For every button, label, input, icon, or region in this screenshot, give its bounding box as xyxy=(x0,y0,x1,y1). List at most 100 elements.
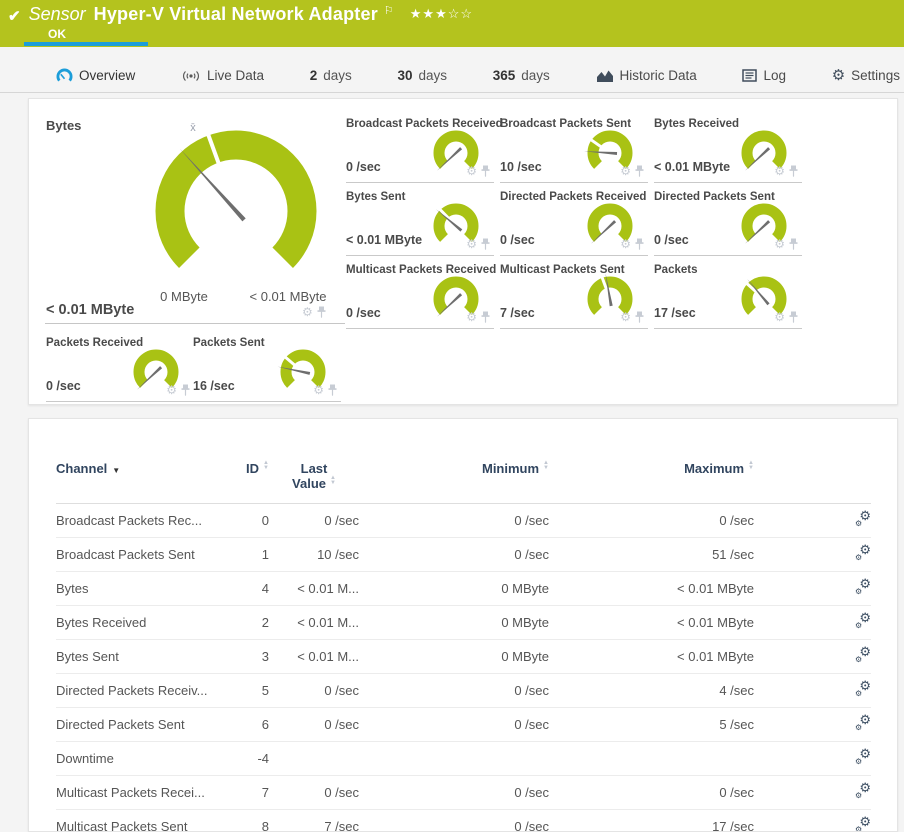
pin-icon[interactable] xyxy=(635,311,644,323)
gauge-tile-directed-packets-received[interactable]: Directed Packets Received 0 /sec ⚙ xyxy=(500,191,648,256)
pin-icon[interactable] xyxy=(317,306,326,318)
channel-last-value: < 0.01 M... xyxy=(269,605,359,640)
tab-settings[interactable]: ⚙ Settings xyxy=(832,68,900,83)
channel-name[interactable]: Bytes Received xyxy=(56,605,211,640)
log-icon xyxy=(742,69,758,82)
column-header-minimum[interactable]: Minimum ▲ ▼ xyxy=(359,455,549,504)
gauge-value: < 0.01 MByte xyxy=(46,302,135,318)
channel-name[interactable]: Multicast Packets Recei... xyxy=(56,775,211,810)
gauge-tile-directed-packets-sent[interactable]: Directed Packets Sent 0 /sec ⚙ xyxy=(654,191,802,256)
gauge-icon xyxy=(56,68,73,82)
channel-settings-gears-icon[interactable]: ⚙ ⚙ xyxy=(855,679,871,698)
gauge-min-label: 0 MByte xyxy=(160,289,208,304)
pin-icon[interactable] xyxy=(789,165,798,177)
tab-number: 30 xyxy=(397,68,413,83)
pin-icon[interactable] xyxy=(481,311,490,323)
channel-settings-gears-icon[interactable]: ⚙ ⚙ xyxy=(855,611,871,630)
channel-minimum: 0 /sec xyxy=(359,775,549,810)
channel-name[interactable]: Directed Packets Receiv... xyxy=(56,673,211,708)
channel-last-value: 0 /sec xyxy=(269,503,359,538)
tab-historic-data[interactable]: Historic Data xyxy=(596,68,697,83)
tab-bar: Overview Live Data 2 days 30 days 365 days Histo… xyxy=(0,47,904,93)
channel-minimum: 0 /sec xyxy=(359,537,549,572)
column-header-last-value[interactable]: Last Value ▲ ▼ xyxy=(269,455,359,504)
gear-icon[interactable]: ⚙ xyxy=(466,311,477,323)
channel-id: 5 xyxy=(211,673,269,708)
channel-last-value: < 0.01 M... xyxy=(269,639,359,674)
gear-icon[interactable]: ⚙ xyxy=(466,165,477,177)
tab-live-data[interactable]: Live Data xyxy=(181,68,264,83)
gauge-tile-bytes[interactable]: Bytes x̄ 0 MByte < 0.01 MByte < 0.01 MByte ⚙ xyxy=(45,113,345,324)
channel-settings-gears-icon[interactable]: ⚙ ⚙ xyxy=(855,747,871,766)
tab-2-days[interactable]: 2 days xyxy=(310,68,352,83)
pin-icon[interactable] xyxy=(789,238,798,250)
gauge-tile-multicast-packets-received[interactable]: Multicast Packets Received 0 /sec ⚙ xyxy=(346,264,496,329)
channel-name[interactable]: Multicast Packets Sent xyxy=(56,809,211,831)
channel-settings-gears-icon[interactable]: ⚙ ⚙ xyxy=(855,645,871,664)
gauge-tile-packets-received[interactable]: Packets Received 0 /sec ⚙ xyxy=(46,337,194,402)
channel-maximum: 5 /sec xyxy=(549,707,754,742)
pin-icon[interactable] xyxy=(635,165,644,177)
gauge-tile-packets[interactable]: Packets 17 /sec ⚙ xyxy=(654,264,802,329)
pin-icon[interactable] xyxy=(635,238,644,250)
channel-settings-gears-icon[interactable]: ⚙ ⚙ xyxy=(855,781,871,800)
gear-icon[interactable]: ⚙ xyxy=(774,238,785,250)
channel-settings-gears-icon[interactable]: ⚙ ⚙ xyxy=(855,509,871,528)
channel-id: 0 xyxy=(211,503,269,538)
priority-stars[interactable]: ★★★☆☆ xyxy=(410,6,473,22)
gear-icon[interactable]: ⚙ xyxy=(302,306,313,318)
gear-icon[interactable]: ⚙ xyxy=(774,311,785,323)
channel-minimum: 0 MByte xyxy=(359,571,549,606)
priority-flag-icon[interactable]: ⚐ xyxy=(384,4,394,17)
tab-30-days[interactable]: 30 days xyxy=(397,68,447,83)
channel-settings-gears-icon[interactable]: ⚙ ⚙ xyxy=(855,543,871,562)
tab-overview[interactable]: Overview xyxy=(56,68,135,83)
channel-maximum: < 0.01 MByte xyxy=(549,605,754,640)
gauge-tile-broadcast-packets-received[interactable]: Broadcast Packets Received 0 /sec ⚙ xyxy=(346,118,503,183)
sort-icon: ▲ ▼ xyxy=(330,475,336,486)
pin-icon[interactable] xyxy=(328,384,337,396)
gear-icon[interactable]: ⚙ xyxy=(620,238,631,250)
gear-icon[interactable]: ⚙ xyxy=(166,384,177,396)
pin-icon[interactable] xyxy=(181,384,190,396)
gauge-tile-bytes-received[interactable]: Bytes Received < 0.01 MByte ⚙ xyxy=(654,118,802,183)
gear-icon[interactable]: ⚙ xyxy=(620,165,631,177)
channel-name[interactable]: Bytes Sent xyxy=(56,639,211,674)
channel-name[interactable]: Broadcast Packets Rec... xyxy=(56,503,211,538)
column-header-maximum[interactable]: Maximum ▲ ▼ xyxy=(549,455,754,504)
gauge-title: Bytes Sent xyxy=(346,191,406,203)
channel-id: -4 xyxy=(211,741,269,776)
gear-icon[interactable]: ⚙ xyxy=(466,238,477,250)
tab-365-days[interactable]: 365 days xyxy=(493,68,550,83)
gear-icon[interactable]: ⚙ xyxy=(620,311,631,323)
channel-name[interactable]: Bytes xyxy=(56,571,211,606)
channel-name[interactable]: Downtime xyxy=(56,741,211,776)
channel-maximum xyxy=(549,741,754,776)
gauge-tile-bytes-sent[interactable]: Bytes Sent < 0.01 MByte ⚙ xyxy=(346,191,494,256)
pin-icon[interactable] xyxy=(789,311,798,323)
channel-settings-gears-icon[interactable]: ⚙ ⚙ xyxy=(855,815,871,831)
gauge-tile-multicast-packets-sent[interactable]: Multicast Packets Sent 7 /sec ⚙ xyxy=(500,264,648,329)
gear-icon[interactable]: ⚙ xyxy=(313,384,324,396)
column-header-id[interactable]: ID ▲ ▼ xyxy=(211,455,269,504)
channel-name[interactable]: Directed Packets Sent xyxy=(56,707,211,742)
column-header-channel[interactable]: Channel ▼ xyxy=(56,455,211,504)
gauge-value: < 0.01 MByte xyxy=(654,160,731,174)
gear-icon[interactable]: ⚙ xyxy=(774,165,785,177)
gauge-value: < 0.01 MByte xyxy=(346,233,423,247)
tab-log[interactable]: Log xyxy=(742,68,786,83)
gauge-tile-packets-sent[interactable]: Packets Sent 16 /sec ⚙ xyxy=(193,337,341,402)
channel-settings-gears-icon[interactable]: ⚙ ⚙ xyxy=(855,713,871,732)
table-row-bytes: Bytes 4 < 0.01 M... 0 MByte < 0.01 MByte ⚙ ⚙ xyxy=(56,571,871,606)
channel-maximum: 51 /sec xyxy=(549,537,754,572)
channel-name[interactable]: Broadcast Packets Sent xyxy=(56,537,211,572)
pin-icon[interactable] xyxy=(481,238,490,250)
gauge-tile-broadcast-packets-sent[interactable]: Broadcast Packets Sent 10 /sec ⚙ xyxy=(500,118,648,183)
channel-maximum: 17 /sec xyxy=(549,809,754,831)
tab-label: Live Data xyxy=(206,68,265,83)
gauge-value: 17 /sec xyxy=(654,306,696,320)
pin-icon[interactable] xyxy=(481,165,490,177)
channel-minimum: 0 /sec xyxy=(359,673,549,708)
tab-label: days xyxy=(418,68,448,83)
channel-settings-gears-icon[interactable]: ⚙ ⚙ xyxy=(855,577,871,596)
